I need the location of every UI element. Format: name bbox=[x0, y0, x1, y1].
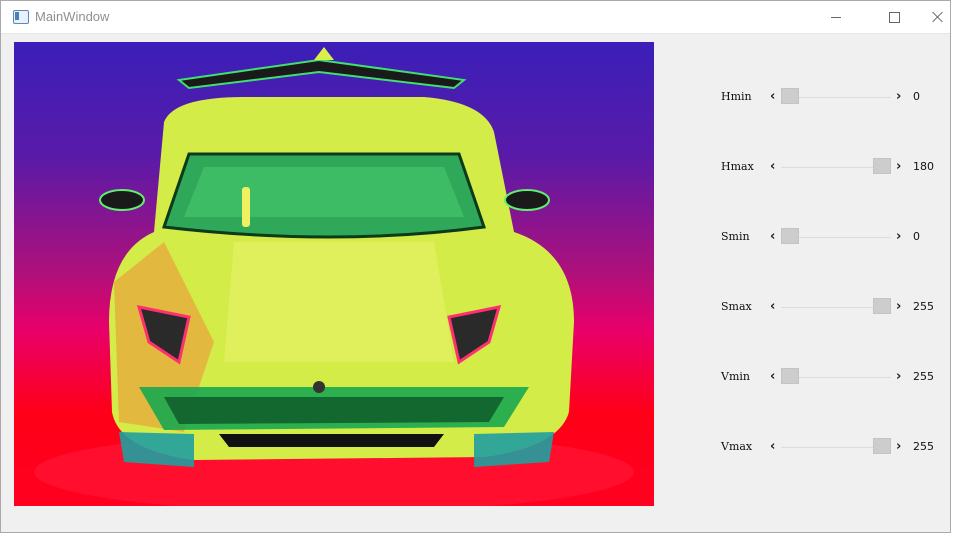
chevron-right-icon[interactable]: › bbox=[896, 369, 901, 385]
main-window: MainWindow Hmin ‹ › 0 Hmax ‹ › 180 Smin … bbox=[0, 0, 951, 533]
slider-value: 255 bbox=[913, 440, 934, 453]
chevron-left-icon[interactable]: ‹ bbox=[770, 369, 775, 385]
chevron-right-icon[interactable]: › bbox=[896, 159, 901, 175]
window-title: MainWindow bbox=[35, 9, 110, 24]
slider-value: 0 bbox=[913, 230, 920, 243]
chevron-left-icon[interactable]: ‹ bbox=[770, 439, 775, 455]
slider-value: 255 bbox=[913, 370, 934, 383]
title-bar[interactable]: MainWindow bbox=[1, 1, 950, 34]
chevron-left-icon[interactable]: ‹ bbox=[770, 159, 775, 175]
chevron-right-icon[interactable]: › bbox=[896, 89, 901, 105]
slider-label: Vmax bbox=[721, 440, 753, 453]
slider-value: 0 bbox=[913, 90, 920, 103]
slider-handle[interactable] bbox=[873, 298, 891, 314]
slider-row-smin: Smin ‹ › 0 bbox=[719, 228, 939, 246]
slider-handle[interactable] bbox=[873, 158, 891, 174]
slider-value: 255 bbox=[913, 300, 934, 313]
close-icon bbox=[932, 11, 944, 23]
chevron-left-icon[interactable]: ‹ bbox=[770, 229, 775, 245]
slider-row-hmax: Hmax ‹ › 180 bbox=[719, 158, 939, 176]
slider-handle[interactable] bbox=[781, 368, 799, 384]
slider-handle[interactable] bbox=[781, 88, 799, 104]
maximize-icon bbox=[888, 11, 900, 23]
image-preview bbox=[14, 42, 654, 506]
slider-value: 180 bbox=[913, 160, 934, 173]
slider-label: Smin bbox=[721, 230, 750, 243]
minimize-icon bbox=[831, 16, 841, 18]
chevron-left-icon[interactable]: ‹ bbox=[770, 299, 775, 315]
chevron-left-icon[interactable]: ‹ bbox=[770, 89, 775, 105]
slider-row-vmax: Vmax ‹ › 255 bbox=[719, 438, 939, 456]
slider-row-hmin: Hmin ‹ › 0 bbox=[719, 88, 939, 106]
chevron-right-icon[interactable]: › bbox=[896, 439, 901, 455]
slider-row-smax: Smax ‹ › 255 bbox=[719, 298, 939, 316]
slider-label: Smax bbox=[721, 300, 752, 313]
maximize-button[interactable] bbox=[871, 1, 917, 33]
slider-row-vmin: Vmin ‹ › 255 bbox=[719, 368, 939, 386]
close-button[interactable] bbox=[915, 1, 953, 33]
app-window-icon bbox=[13, 10, 29, 24]
slider-handle[interactable] bbox=[873, 438, 891, 454]
minimize-button[interactable] bbox=[813, 1, 859, 33]
car-image bbox=[34, 47, 634, 506]
slider-label: Vmin bbox=[721, 370, 750, 383]
slider-label: Hmax bbox=[721, 160, 754, 173]
slider-label: Hmin bbox=[721, 90, 752, 103]
chevron-right-icon[interactable]: › bbox=[896, 299, 901, 315]
chevron-right-icon[interactable]: › bbox=[896, 229, 901, 245]
slider-handle[interactable] bbox=[781, 228, 799, 244]
